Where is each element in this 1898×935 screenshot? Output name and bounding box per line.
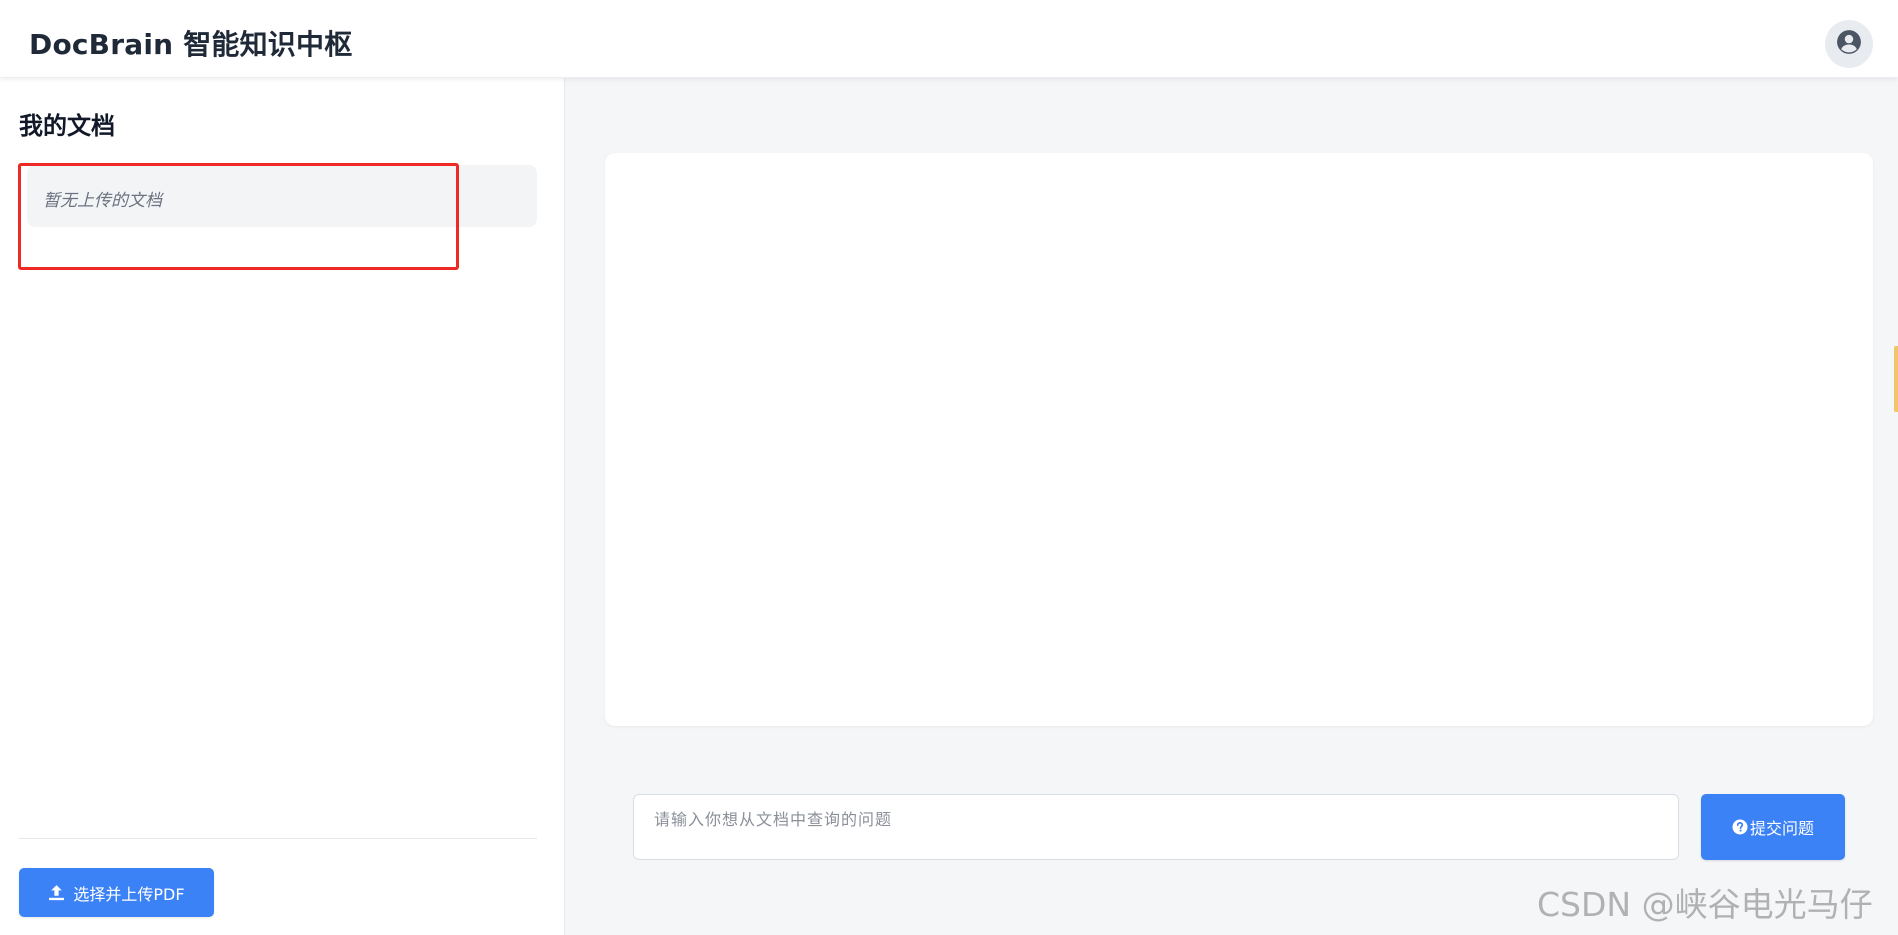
sidebar-divider <box>19 838 537 839</box>
watermark: CSDN @峡谷电光马仔 <box>1537 885 1873 924</box>
user-avatar-button[interactable] <box>1825 20 1873 68</box>
side-drawer-tab[interactable] <box>1894 346 1898 412</box>
documents-sidebar: 我的文档 暂无上传的文档 选择并上传PDF <box>0 78 565 935</box>
upload-icon <box>48 884 65 901</box>
sidebar-title: 我的文档 <box>19 112 115 140</box>
app-header: DocBrain 智能知识中枢 <box>0 5 1898 78</box>
upload-pdf-button[interactable]: 选择并上传PDF <box>19 868 214 917</box>
app-title: DocBrain 智能知识中枢 <box>29 28 353 61</box>
main-panel: 提交问题 <box>565 78 1898 935</box>
upload-button-label: 选择并上传PDF <box>73 884 185 904</box>
question-circle-icon <box>1732 819 1748 835</box>
question-input[interactable] <box>633 794 1679 860</box>
user-circle-icon <box>1836 29 1862 59</box>
submit-button-label: 提交问题 <box>1749 819 1814 838</box>
highlight-annotation-box <box>18 163 459 270</box>
answer-display-area <box>605 153 1873 726</box>
submit-question-button[interactable]: 提交问题 <box>1701 794 1845 860</box>
